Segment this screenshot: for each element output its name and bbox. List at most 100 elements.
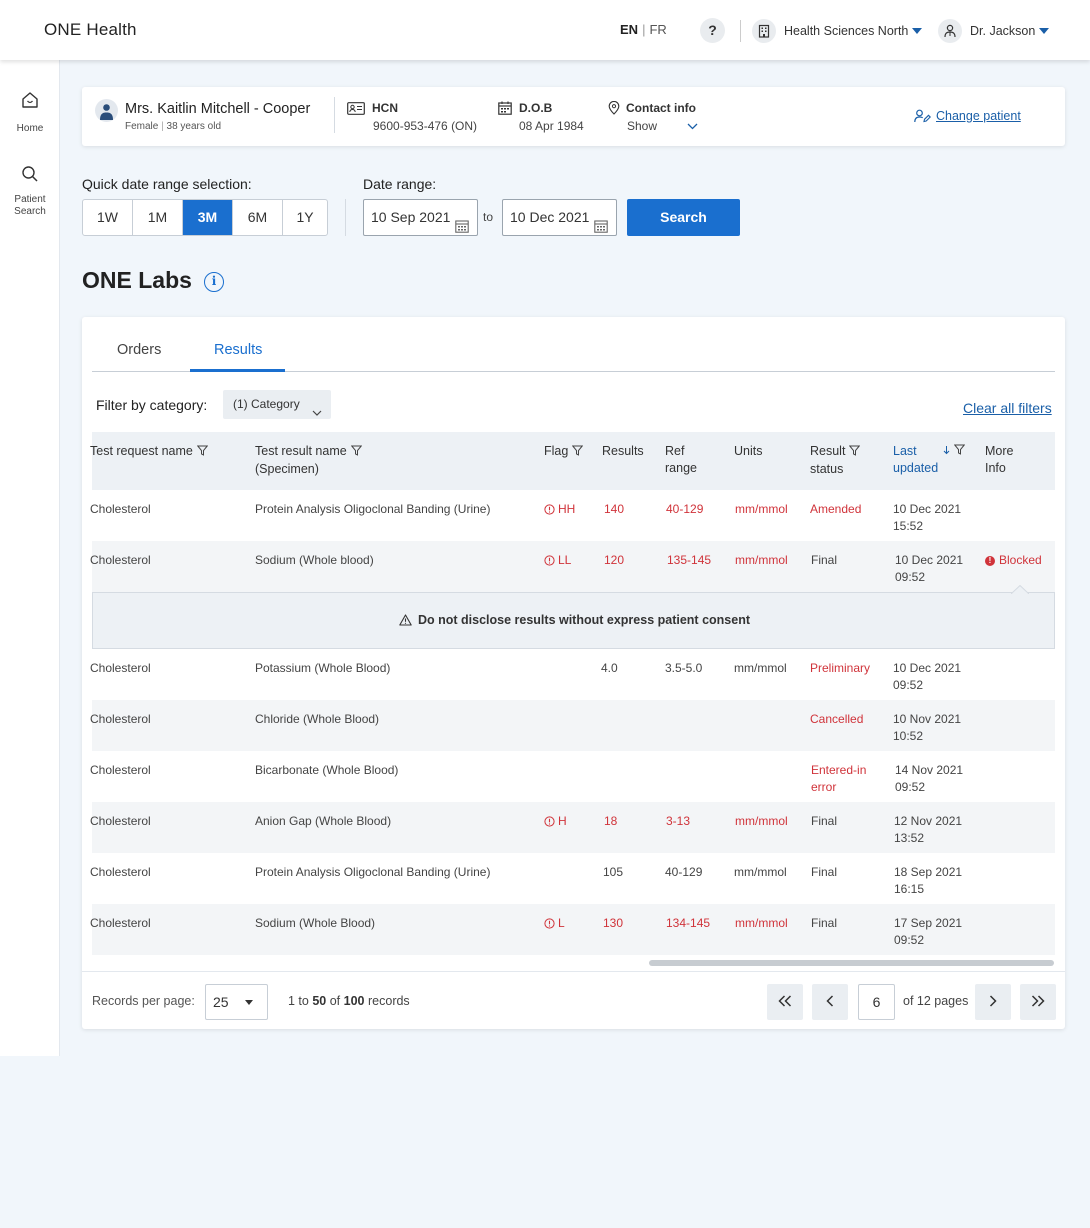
alert-circle-icon [544,816,555,827]
search-button[interactable]: Search [627,199,740,236]
cell-last-updated: 12 Nov 2021 13:52 [894,814,963,845]
change-patient-label: Change patient [936,109,1021,123]
tab-results[interactable]: Results [214,342,262,358]
cell-ref-range: 135-145 [667,553,712,567]
table-row[interactable]: Cholesterol Anion Gap (Whole Blood) H 18… [90,802,1055,853]
records-per-page-label: Records per page: [92,994,195,1008]
col-more-info: More Info [985,444,1014,475]
filter-funnel-icon[interactable] [196,444,209,461]
cell-ref-range: 40-129 [666,502,704,516]
date-from-input[interactable]: 10 Sep 2021 [363,199,478,236]
cell-ref-range: 134-145 [666,916,711,930]
table-header: Test request name Test result name (Speci… [90,432,1055,490]
cell-test-result: Sodium (Whole blood) [255,553,374,567]
table-row[interactable]: Cholesterol Potassium (Whole Blood) 4.0 … [90,649,1055,700]
table-row[interactable]: Cholesterol Sodium (Whole Blood) L 130 1… [90,904,1055,955]
cell-last-updated: 10 Dec 2021 15:52 [893,502,962,533]
table-row[interactable]: Cholesterol Protein Analysis Oligoclonal… [90,853,1055,904]
filter-funnel-icon[interactable] [572,444,584,461]
double-chevron-right-icon [1031,993,1045,1010]
cell-units: mm/mmol [735,916,788,930]
table-row[interactable]: Cholesterol Sodium (Whole blood) LL 120 … [90,541,1055,592]
chevron-right-icon [989,993,997,1010]
range-1y-button[interactable]: 1Y [283,200,327,235]
last-page-button[interactable] [1020,984,1056,1020]
cell-test-result: Protein Analysis Oligoclonal Banding (Ur… [255,502,491,516]
date-to-input[interactable]: 10 Dec 2021 [502,199,617,236]
page-title: ONE Labs [82,267,192,293]
prev-page-button[interactable] [812,984,848,1020]
chevron-left-icon [826,993,834,1010]
organization-menu[interactable]: Health Sciences North [752,18,923,43]
table-row[interactable]: Cholesterol Bicarbonate (Whole Blood) En… [90,751,1055,802]
cell-status: Final [811,553,838,567]
cell-units: mm/mmol [735,553,788,567]
lang-en[interactable]: EN [620,22,638,37]
consent-warning-text: Do not disclose results without express … [93,613,1056,629]
caret-up-notch [1011,585,1029,594]
col-results: Results [602,444,644,458]
col-flag[interactable]: Flag [544,443,584,461]
cell-units: mm/mmol [735,502,788,516]
contact-field[interactable]: Contact info Show [608,101,698,133]
sidebar-item-label: Patient Search [14,194,46,217]
dob-value: 08 Apr 1984 [519,119,584,133]
filter-funnel-icon[interactable] [849,444,861,461]
app-brand[interactable]: ONE Health [44,20,137,40]
col-result-status[interactable]: Result status [810,443,861,478]
range-6m-button[interactable]: 6M [233,200,283,235]
cell-status: Cancelled [810,712,864,726]
category-filter-button[interactable]: (1) Category [223,390,331,419]
organization-name: Health Sciences North [784,23,909,38]
caret-down-icon [912,27,923,34]
sort-arrow-icon[interactable] [943,443,950,460]
footer-divider [82,971,1065,972]
home-icon [0,90,60,114]
patient-age: 38 years old [166,121,222,132]
filter-funnel-icon[interactable] [350,444,362,461]
hcn-label: HCN [372,101,398,115]
cell-test-result: Bicarbonate (Whole Blood) [255,763,399,777]
info-icon[interactable]: i [204,272,224,292]
cell-last-updated: 18 Sep 2021 16:15 [894,865,963,896]
range-1w-button[interactable]: 1W [83,200,133,235]
page-number-input[interactable]: 6 [858,984,895,1020]
tab-orders[interactable]: Orders [117,342,161,358]
cell-test-request: Cholesterol [90,553,151,567]
lang-fr[interactable]: FR [649,22,666,37]
user-menu[interactable]: Dr. Jackson [938,18,1050,43]
records-per-page-select[interactable]: 25 [205,984,268,1020]
cell-last-updated: 17 Sep 2021 09:52 [894,916,963,947]
caret-down-icon [245,1000,253,1005]
help-button[interactable]: ? [700,18,725,43]
sidebar-item-patient-search[interactable]: Patient Search [0,164,60,218]
sidebar-item-home[interactable]: Home [0,90,60,135]
calendar-icon[interactable] [455,211,469,246]
col-test-request[interactable]: Test request name [90,443,209,461]
col-test-result[interactable]: Test result name (Specimen) [255,443,362,478]
clear-filters-link[interactable]: Clear all filters [963,400,1052,416]
blocked-badge[interactable]: ! Blocked [985,552,1042,569]
cell-test-result: Anion Gap (Whole Blood) [255,814,392,828]
contact-label: Contact info [626,101,696,115]
col-last-updated[interactable]: Last updated [893,443,938,477]
table-row[interactable]: Cholesterol Chloride (Whole Blood) Cance… [90,700,1055,751]
horizontal-scrollbar[interactable] [649,960,1054,966]
sidebar: Home Patient Search [0,60,60,1056]
calendar-icon[interactable] [594,211,608,246]
first-page-button[interactable] [767,984,803,1020]
table-row[interactable]: Cholesterol Protein Analysis Oligoclonal… [90,490,1055,541]
col-units: Units [734,444,763,458]
range-1m-button[interactable]: 1M [133,200,183,235]
contact-show[interactable]: Show [627,119,657,133]
change-patient-link[interactable]: Change patient [914,109,1021,123]
next-page-button[interactable] [975,984,1011,1020]
dob-label: D.O.B [519,101,553,115]
cell-flag: LL [544,552,571,569]
cell-flag: H [544,813,567,830]
range-3m-button[interactable]: 3M [183,200,233,235]
filter-funnel-icon[interactable] [953,443,966,460]
cell-units: mm/mmol [734,865,787,879]
cell-test-request: Cholesterol [90,916,151,930]
chevron-down-icon[interactable] [687,123,698,130]
